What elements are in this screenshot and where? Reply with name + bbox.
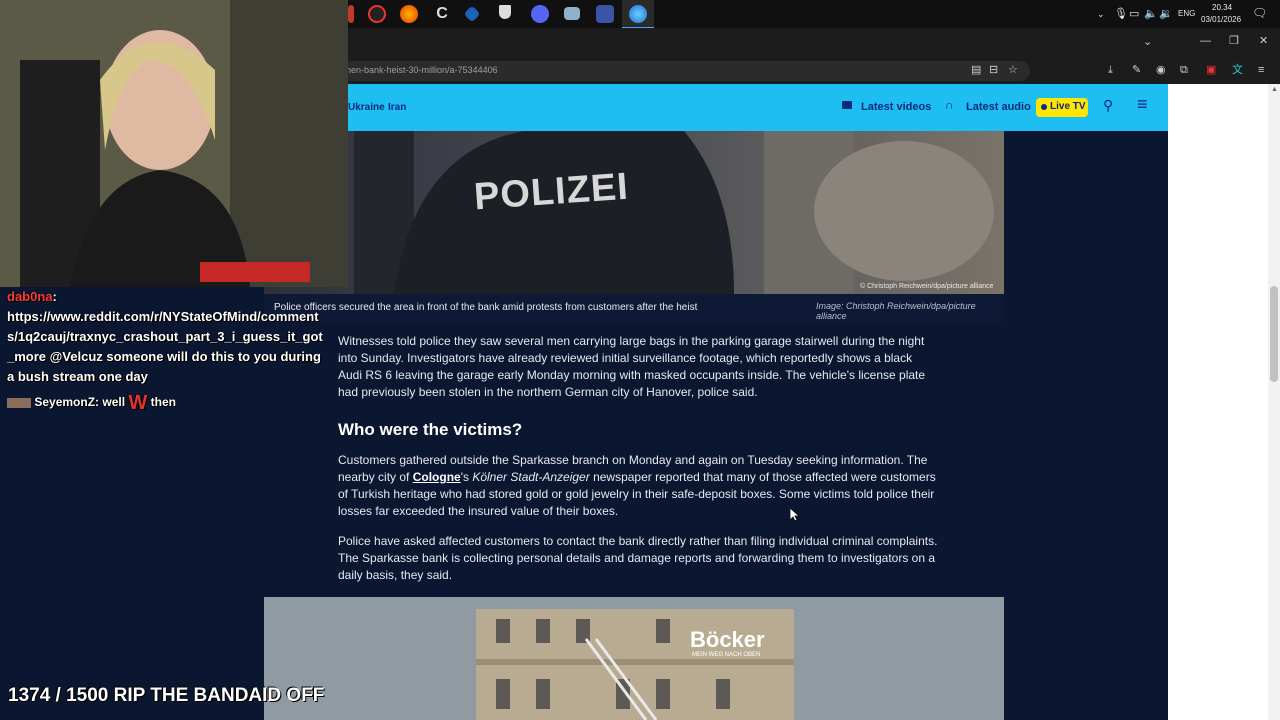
- chat-message-text-2: well: [102, 395, 126, 409]
- game-icon[interactable]: [596, 5, 614, 23]
- boecker-sign-sub: MEIN WEG NACH OBEN: [692, 652, 761, 658]
- obs-icon[interactable]: [368, 5, 386, 23]
- page-right-margin: [1168, 84, 1268, 720]
- clock-date[interactable]: 03/01/2026: [1201, 15, 1241, 24]
- close-icon[interactable]: ✕: [1259, 35, 1268, 47]
- restore-icon[interactable]: ❐: [1229, 35, 1239, 47]
- building-photo: Böcker MEIN WEG NACH OBEN: [476, 609, 794, 720]
- article-paragraph-3: Police have asked affected customers to …: [338, 534, 938, 582]
- latest-videos-link[interactable]: Latest videos: [861, 101, 931, 113]
- folder-icon[interactable]: [564, 7, 580, 20]
- section-heading: Who were the victims?: [338, 420, 523, 439]
- firefox-icon[interactable]: [400, 5, 418, 23]
- discord-icon[interactable]: [531, 5, 549, 23]
- volume-icon[interactable]: 🔉: [1159, 7, 1173, 20]
- w-emote: W: [128, 391, 148, 414]
- network-icon[interactable]: ▭: [1129, 7, 1139, 20]
- image-caption-bar: Police officers secured the area in fron…: [264, 294, 1004, 322]
- image-credit: Image: Christoph Reichwein/dpa/picture a…: [816, 301, 976, 321]
- chat-message-2: SeyemonZ: well W then: [7, 392, 176, 413]
- image-caption: Police officers secured the area in fron…: [274, 302, 698, 313]
- scrollbar-track[interactable]: [1268, 84, 1280, 720]
- notification-icon[interactable]: 🗨: [1252, 6, 1267, 20]
- browser-icon[interactable]: [629, 5, 647, 23]
- article-paragraph-1: Witnesses told police they saw several m…: [338, 334, 926, 399]
- building-facade: [476, 609, 794, 720]
- chat-message-text: https://www.reddit.com/r/NYStateOfMind/c…: [7, 309, 323, 384]
- clock-time[interactable]: 20.34: [1212, 3, 1232, 12]
- article-paragraph-2: Customers gathered outside the Sparkasse…: [338, 452, 938, 520]
- account-icon[interactable]: ◉: [1156, 64, 1166, 76]
- live-tv-button[interactable]: Live TV: [1036, 98, 1088, 117]
- headphones-icon: ∩: [945, 98, 954, 112]
- minimize-icon[interactable]: —: [1200, 35, 1211, 47]
- nav-link-iran[interactable]: Iran: [388, 102, 406, 113]
- cologne-link[interactable]: Cologne: [413, 470, 461, 484]
- article-hero-image: POLIZEI © Christoph Reichwein/dpa/pictur…: [264, 131, 1004, 294]
- search-icon[interactable]: ⚲: [1103, 97, 1113, 114]
- chat-message-1: dab0na: https://www.reddit.com/r/NYState…: [7, 287, 329, 387]
- tab-list-chevron-icon[interactable]: ⌄: [1143, 36, 1152, 48]
- shield-icon[interactable]: [499, 5, 511, 19]
- chat-username: dab0na: [7, 289, 53, 304]
- live-tv-label: Live TV: [1050, 101, 1086, 112]
- mouse-cursor-icon: [789, 507, 801, 527]
- microphone-icon[interactable]: 🎙: [1114, 7, 1128, 20]
- boecker-sign: Böcker: [690, 627, 765, 652]
- wrench-icon[interactable]: ✎: [1132, 64, 1141, 76]
- scroll-up-arrow-icon[interactable]: ▲: [1271, 86, 1278, 93]
- chat-badge-icon: [7, 397, 31, 408]
- streamer-webcam: [0, 0, 348, 287]
- extensions-icon[interactable]: ⧉: [1180, 64, 1188, 76]
- extension-red-icon[interactable]: ▣: [1206, 64, 1216, 76]
- live-dot-icon: [1041, 104, 1047, 110]
- chat-message-text-2b: then: [150, 395, 176, 409]
- sub-goal-counter: 1374 / 1500 RIP THE BANDAID OFF: [8, 685, 325, 706]
- chevron-up-icon[interactable]: ⌄: [1097, 9, 1105, 20]
- police-photo: [264, 131, 1004, 294]
- chat-colon: :: [52, 289, 57, 304]
- ccleaner-icon[interactable]: C: [433, 5, 451, 23]
- reader-view-icon[interactable]: ▤: [971, 64, 981, 76]
- speaker-icon[interactable]: 🔈: [1144, 7, 1158, 20]
- latest-audio-link[interactable]: Latest audio: [966, 101, 1031, 113]
- download-icon[interactable]: ⤓: [1108, 64, 1113, 76]
- scrollbar-thumb[interactable]: [1270, 286, 1278, 382]
- url-text[interactable]: hen-bank-heist-30-million/a-75344406: [346, 65, 498, 75]
- menu-icon[interactable]: ≡: [1137, 94, 1148, 115]
- p2-text-b: 's: [460, 470, 473, 484]
- menu-hamburger-icon[interactable]: ≡: [1258, 64, 1264, 76]
- save-page-icon[interactable]: ⊟: [989, 64, 998, 76]
- video-camera-icon: [842, 101, 852, 109]
- photo-watermark: © Christoph Reichwein/dpa/picture allian…: [860, 283, 994, 290]
- translate-icon[interactable]: 文: [1232, 64, 1243, 76]
- chat-username-2: SeyemonZ: [34, 395, 96, 409]
- webcam-overlay: [0, 0, 348, 287]
- language-indicator[interactable]: ENG: [1178, 9, 1195, 18]
- nav-link-ukraine[interactable]: Ukraine: [348, 102, 385, 113]
- red-app-icon[interactable]: [348, 5, 354, 23]
- bookmark-star-icon[interactable]: ☆: [1008, 64, 1018, 76]
- newspaper-name: Kölner Stadt-Anzeiger: [472, 470, 590, 484]
- blue-app-icon[interactable]: [463, 5, 481, 23]
- chat-colon-2: :: [95, 395, 100, 409]
